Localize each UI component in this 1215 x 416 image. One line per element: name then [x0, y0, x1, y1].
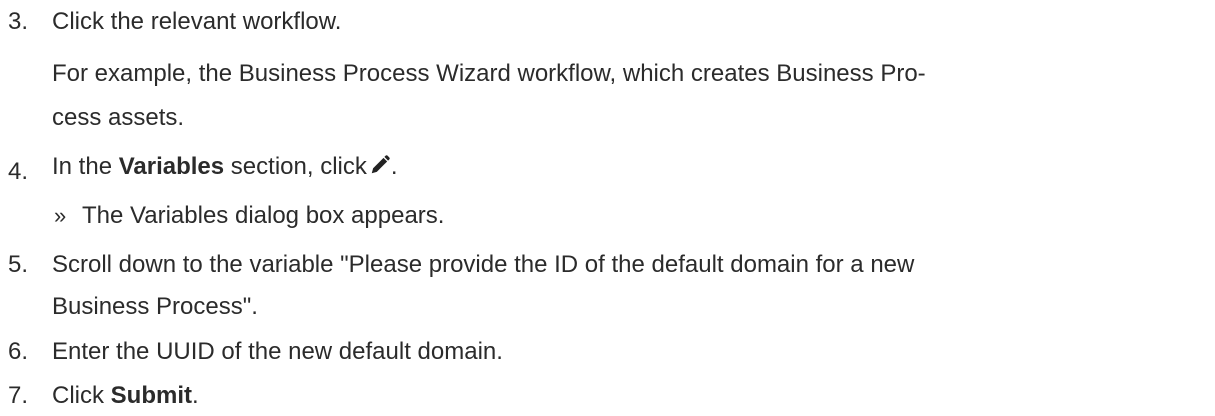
variables-section-label: Variables	[118, 153, 225, 180]
step-text-before: Click	[52, 382, 111, 409]
step-text-after: section, click	[224, 153, 367, 180]
step-number: 5.	[8, 251, 29, 278]
result-text: The Variables dialog box appears.	[82, 202, 445, 229]
step-text: Click the relevant workflow.	[52, 8, 342, 35]
step-text-end: .	[390, 153, 398, 180]
step-text: In the Variables section, click.	[52, 152, 398, 182]
step-note: cess assets.	[52, 104, 185, 131]
step-number: 4.	[8, 158, 29, 185]
result-marker: »	[54, 203, 67, 228]
procedure-document: 3. Click the relevant workflow. For exam…	[0, 0, 1215, 416]
step-text: Enter the UUID of the new default domain…	[52, 338, 503, 365]
step-text-end: .	[192, 382, 199, 409]
step-text-before: In the	[52, 153, 119, 180]
step-number: 7.	[8, 382, 29, 409]
step-number: 6.	[8, 338, 29, 365]
step-text: Click Submit.	[52, 381, 199, 411]
step-number: 3.	[8, 8, 29, 35]
pencil-icon	[371, 155, 390, 174]
submit-label: Submit	[110, 382, 192, 409]
step-text: Scroll down to the variable "Please prov…	[52, 251, 915, 278]
step-text: Business Process".	[52, 293, 258, 320]
step-note: For example, the Business Process Wizard…	[52, 60, 926, 87]
